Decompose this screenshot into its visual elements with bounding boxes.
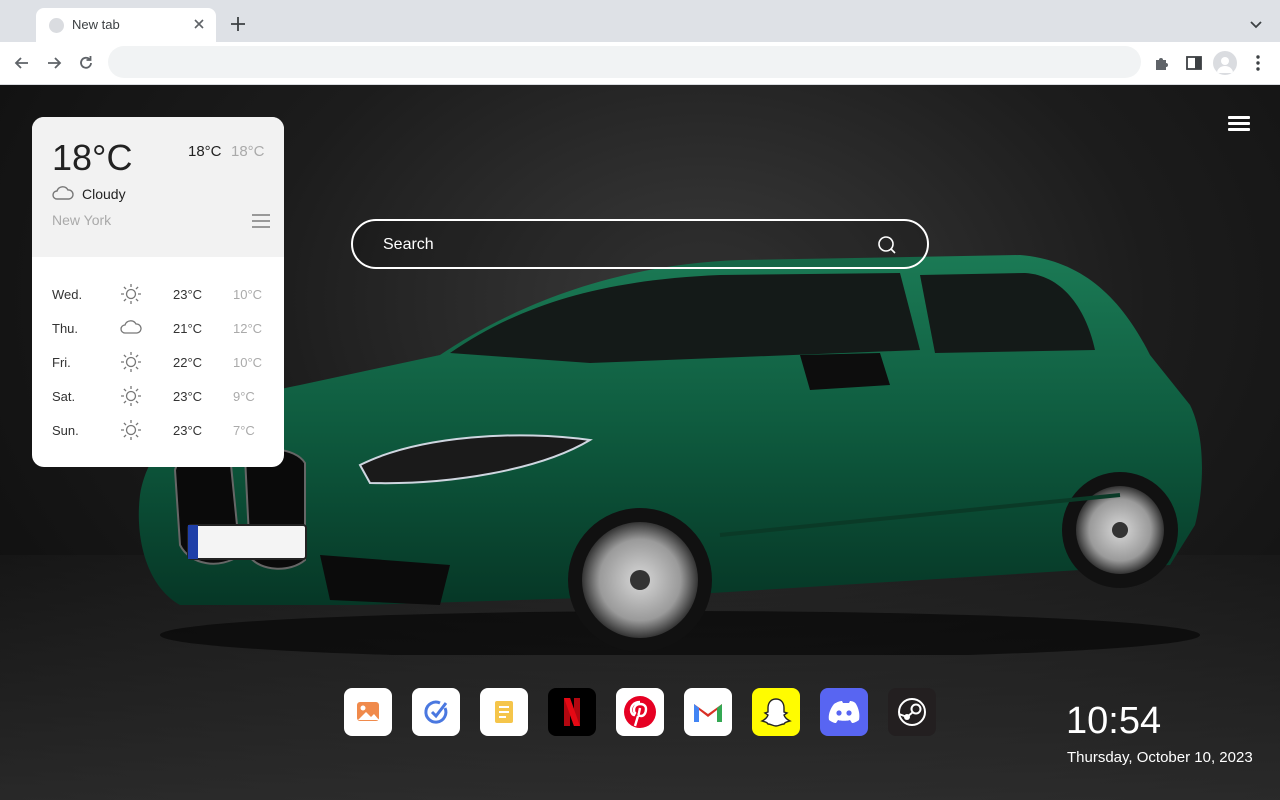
discord-icon: [828, 701, 860, 723]
extensions-icon[interactable]: [1152, 53, 1172, 73]
netflix-icon: [564, 698, 580, 726]
clock-time: 10:54: [1066, 700, 1162, 742]
forecast-high: 23°C: [173, 423, 203, 438]
today-low: 18°C: [231, 143, 265, 160]
current-temperature: 18°C: [52, 137, 133, 178]
gmail-icon: [694, 704, 722, 722]
note-icon: [495, 701, 513, 723]
profile-avatar[interactable]: [1213, 51, 1237, 75]
pinterest-app[interactable]: [616, 688, 664, 736]
weather-list-icon[interactable]: [252, 214, 270, 230]
search-box[interactable]: [351, 219, 929, 269]
side-panel-icon[interactable]: [1184, 53, 1204, 73]
forecast-day: Fri.: [52, 355, 71, 370]
snapchat-app[interactable]: [752, 688, 800, 736]
today-high: 18°C: [188, 143, 222, 160]
browser-toolbar: [0, 42, 1280, 85]
snapchat-icon: [760, 698, 792, 727]
image-icon: [357, 702, 379, 721]
pinterest-icon: [624, 696, 656, 728]
new-tab-button[interactable]: [228, 14, 248, 34]
forecast-day: Sun.: [52, 423, 79, 438]
forecast-day: Wed.: [52, 287, 83, 302]
forecast-high: 23°C: [173, 287, 203, 302]
discord-app[interactable]: [820, 688, 868, 736]
forecast-low: 9°C: [233, 389, 255, 404]
sun-icon: [121, 420, 141, 440]
gmail-app[interactable]: [684, 688, 732, 736]
forecast-row: Sat. 23°C 9°C: [32, 379, 284, 413]
tab-search-chevron-icon[interactable]: [1248, 16, 1264, 32]
search-input[interactable]: [383, 234, 863, 256]
address-bar[interactable]: [108, 46, 1141, 78]
netflix-app[interactable]: [548, 688, 596, 736]
steam-app[interactable]: [888, 688, 936, 736]
clock-date: Thursday, October 10, 2023: [1067, 749, 1253, 766]
notes-app[interactable]: [480, 688, 528, 736]
tab-favicon-icon: [49, 18, 64, 33]
tab-strip: New tab: [0, 0, 1280, 42]
check-circle-icon: [424, 700, 448, 724]
search-icon[interactable]: [877, 235, 897, 255]
close-tab-icon[interactable]: [191, 16, 207, 32]
forward-button[interactable]: [44, 53, 64, 73]
steam-icon: [898, 698, 926, 726]
sun-icon: [121, 284, 141, 304]
forecast-low: 12°C: [233, 321, 263, 336]
more-menu-icon[interactable]: [1248, 53, 1268, 73]
cloud-icon: [120, 320, 142, 334]
forecast-low: 10°C: [233, 355, 263, 370]
forecast-row: Wed. 23°C 10°C: [32, 277, 284, 311]
forecast-day: Thu.: [52, 321, 79, 336]
forecast-low: 7°C: [233, 423, 255, 438]
cloud-icon: [52, 186, 74, 200]
new-tab-page: 18°C 18°C 18°C Cloudy New York Wed. 23°C…: [0, 85, 1280, 800]
back-button[interactable]: [12, 53, 32, 73]
weather-widget[interactable]: 18°C 18°C 18°C Cloudy New York Wed. 23°C…: [32, 117, 284, 467]
forecast-day: Sat.: [52, 389, 76, 404]
forecast-high: 23°C: [173, 389, 203, 404]
tab-title: New tab: [72, 17, 120, 32]
forecast-high: 21°C: [173, 321, 203, 336]
person-icon: [1217, 57, 1233, 73]
sun-icon: [121, 352, 141, 372]
gallery-app[interactable]: [344, 688, 392, 736]
forecast-low: 10°C: [233, 287, 263, 302]
forecast-high: 22°C: [173, 355, 203, 370]
hamburger-menu-button[interactable]: [1228, 116, 1250, 134]
weather-city: New York: [52, 212, 112, 228]
forecast-row: Fri. 22°C 10°C: [32, 345, 284, 379]
reload-button[interactable]: [76, 53, 96, 73]
tab-new-tab[interactable]: New tab: [36, 8, 216, 42]
background-car-image: [138, 255, 1202, 655]
sun-icon: [121, 386, 141, 406]
forecast-row: Thu. 21°C 12°C: [32, 311, 284, 345]
weather-forecast-list: Wed. 23°C 10°C Thu. 21°C 12°C Fri. 22°C …: [32, 277, 284, 447]
weather-condition: Cloudy: [82, 186, 126, 202]
forecast-row: Sun. 23°C 7°C: [32, 413, 284, 447]
weather-current: 18°C 18°C 18°C Cloudy New York: [32, 117, 284, 257]
tasks-app[interactable]: [412, 688, 460, 736]
